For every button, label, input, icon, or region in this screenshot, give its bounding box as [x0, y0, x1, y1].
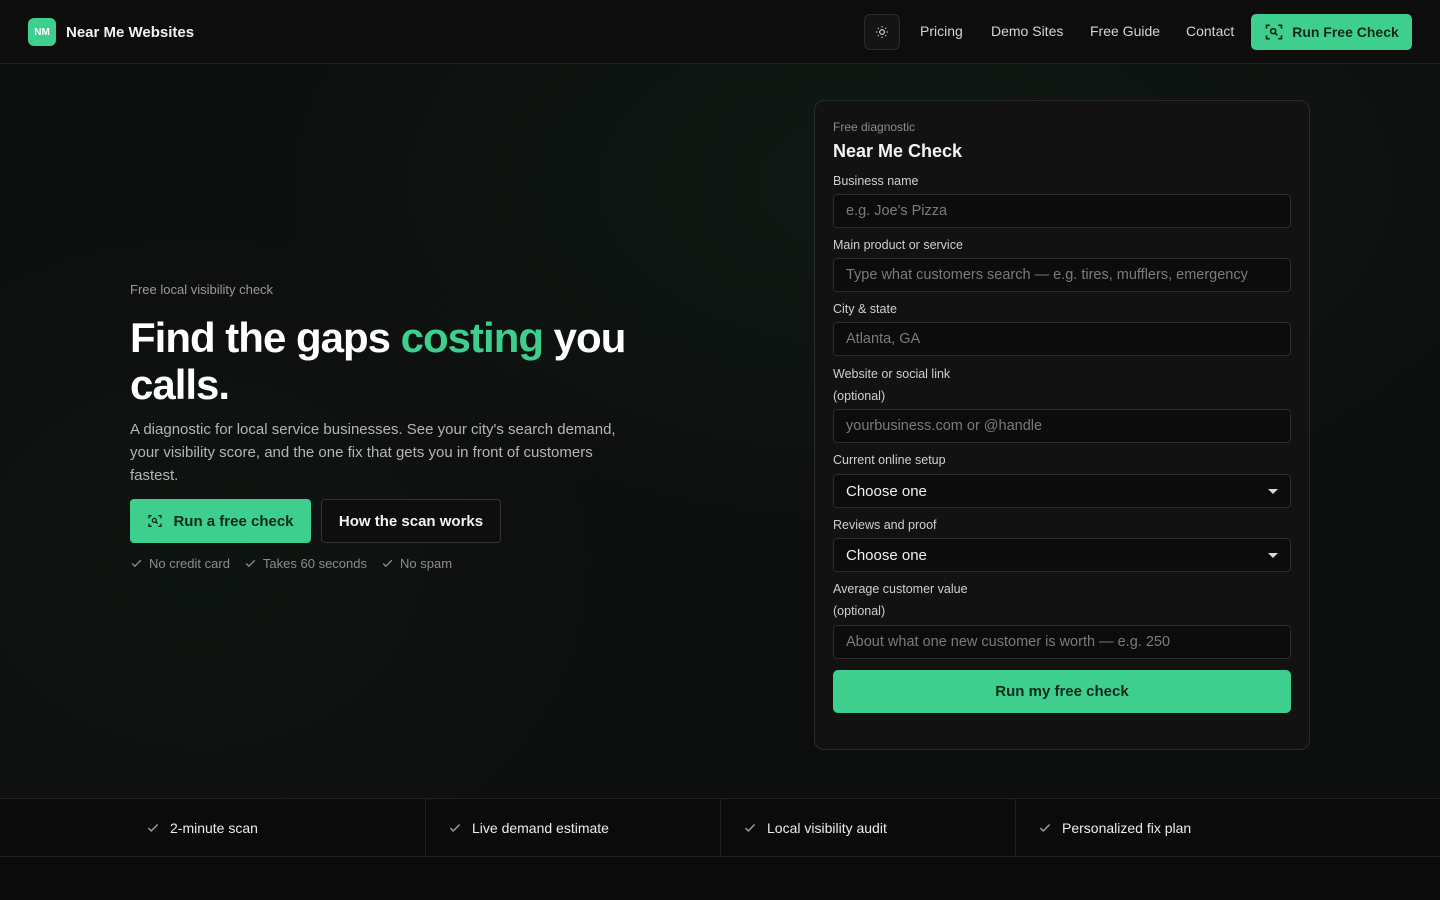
- feature-item: 2-minute scan: [0, 799, 425, 857]
- check-icon: [382, 559, 393, 568]
- run-a-free-check-label: Run a free check: [173, 512, 294, 530]
- check-icon: [744, 823, 756, 832]
- setup-select-value: Choose one: [846, 482, 927, 500]
- setup-label: Current online setup: [833, 453, 946, 467]
- city-label: City & state: [833, 302, 897, 316]
- hero-headline: Find the gaps costing you calls.: [130, 314, 650, 408]
- top-nav: NM Near Me Websites Pricing Demo Sites F…: [0, 0, 1440, 64]
- feature-label: Local visibility audit: [767, 820, 887, 836]
- website-optional-label: (optional): [833, 389, 886, 403]
- feature-label: 2-minute scan: [170, 820, 258, 836]
- nav-pricing[interactable]: Pricing: [920, 23, 963, 39]
- city-input[interactable]: [833, 322, 1291, 356]
- reviews-select-value: Choose one: [846, 546, 927, 564]
- hero-description: A diagnostic for local service businesse…: [130, 421, 616, 484]
- run-my-free-check-button[interactable]: Run my free check: [833, 670, 1291, 713]
- nav-contact[interactable]: Contact: [1186, 23, 1234, 39]
- chevron-down-icon: [1268, 488, 1278, 494]
- scan-icon: [148, 515, 163, 527]
- feature-label: Live demand estimate: [472, 820, 609, 836]
- perk-item: No spam: [381, 556, 452, 571]
- perk-label: No credit card: [149, 556, 230, 571]
- perk-item: No credit card: [130, 556, 230, 571]
- hero-eyebrow: Free local visibility check: [130, 282, 274, 297]
- perk-label: Takes 60 seconds: [262, 556, 367, 571]
- customer-value-optional-label: (optional): [833, 604, 886, 618]
- brand-logo[interactable]: NM Near Me Websites: [28, 18, 194, 46]
- business-name-input[interactable]: [833, 194, 1291, 228]
- service-label: Main product or service: [833, 238, 963, 252]
- theme-toggle-button[interactable]: [864, 14, 900, 50]
- how-scan-works-button[interactable]: How the scan works: [321, 499, 501, 543]
- customer-value-label: Average customer value: [833, 582, 968, 596]
- feature-item: Live demand estimate: [425, 799, 720, 857]
- run-free-check-label: Run Free Check: [1292, 24, 1399, 40]
- headline-start: Find the gaps: [130, 314, 401, 361]
- run-free-check-button[interactable]: Run Free Check: [1251, 14, 1412, 50]
- website-input[interactable]: [833, 409, 1291, 443]
- business-name-label: Business name: [833, 174, 919, 188]
- logo-badge: NM: [28, 18, 56, 46]
- perk-list: No credit card Takes 60 seconds No spam: [130, 556, 452, 571]
- feature-item: Local visibility audit: [720, 799, 1015, 857]
- feature-item: Personalized fix plan: [1015, 799, 1440, 857]
- perk-item: Takes 60 seconds: [244, 556, 367, 571]
- website-label: Website or social link: [833, 367, 951, 381]
- headline-accent: costing: [400, 314, 544, 361]
- scan-icon: [1265, 24, 1283, 40]
- reviews-label: Reviews and proof: [833, 518, 937, 532]
- setup-select[interactable]: Choose one: [833, 474, 1291, 508]
- near-me-check-form: Free diagnostic Near Me Check Business n…: [814, 100, 1310, 750]
- reviews-select[interactable]: Choose one: [833, 538, 1291, 572]
- perk-label: No spam: [400, 556, 453, 571]
- check-icon: [131, 559, 142, 568]
- check-icon: [245, 559, 256, 568]
- brand-name: Near Me Websites: [66, 23, 195, 41]
- customer-value-input[interactable]: [833, 625, 1291, 659]
- check-icon: [1039, 823, 1051, 832]
- chevron-down-icon: [1268, 552, 1278, 558]
- nav-free-guide[interactable]: Free Guide: [1090, 23, 1160, 39]
- form-eyebrow: Free diagnostic: [833, 120, 916, 134]
- sun-icon: [876, 26, 888, 38]
- check-icon: [147, 823, 159, 832]
- service-input[interactable]: [833, 258, 1291, 292]
- run-a-free-check-button[interactable]: Run a free check: [130, 499, 311, 543]
- feature-bar: 2-minute scan Live demand estimate Local…: [0, 798, 1440, 857]
- feature-label: Personalized fix plan: [1062, 820, 1192, 836]
- form-title: Near Me Check: [833, 141, 963, 161]
- check-icon: [449, 823, 461, 832]
- nav-demo-sites[interactable]: Demo Sites: [991, 23, 1063, 39]
